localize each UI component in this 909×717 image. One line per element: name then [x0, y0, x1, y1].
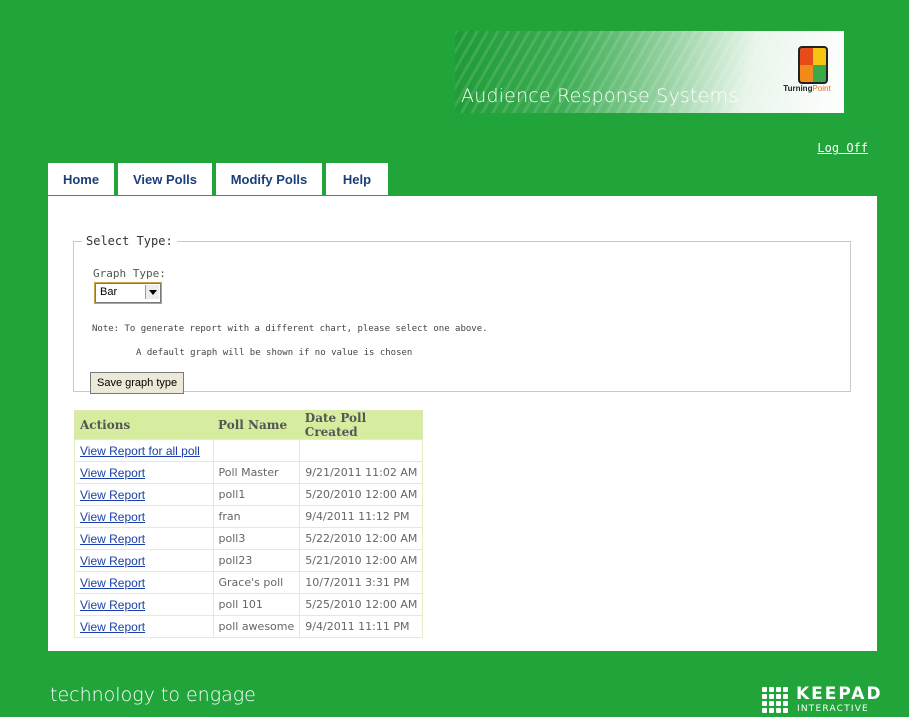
action-cell: View Report	[74, 593, 214, 616]
tab-home[interactable]: Home	[48, 163, 114, 195]
keepad-logo-sub: INTERACTIVE	[797, 704, 869, 714]
footer-tagline: technology to engage	[50, 684, 256, 706]
view-report-link[interactable]: View Report	[80, 488, 145, 502]
banner-title: Audience Response Systems	[461, 85, 739, 107]
turningpoint-logo-icon	[798, 46, 828, 84]
table-row: View Report fran 9/4/2011 11:12 PM	[74, 505, 424, 528]
poll-name-cell: poll23	[212, 549, 301, 572]
date-cell: 5/22/2010 12:00 AM	[299, 527, 424, 550]
date-cell: 9/4/2011 11:12 PM	[299, 505, 424, 528]
action-cell: View Report	[74, 505, 214, 528]
table-row: View Report for all poll	[74, 439, 424, 462]
select-type-group: Select Type: Graph Type: Bar Note: To ge…	[73, 234, 851, 394]
view-report-link[interactable]: View Report	[80, 598, 145, 612]
nav-tabs: Home View Polls Modify Polls Help	[48, 163, 392, 196]
poll-name-cell: poll3	[212, 527, 301, 550]
table-row: View Report Poll Master 9/21/2011 11:02 …	[74, 461, 424, 484]
turningpoint-logo-text: TurningPoint	[783, 84, 831, 93]
header-date-created: Date Poll Created	[299, 410, 423, 440]
date-cell	[299, 439, 424, 462]
graph-type-select[interactable]: Bar	[95, 283, 161, 303]
action-cell: View Report	[74, 615, 214, 638]
keepad-logo-word: KEEPAD	[796, 684, 883, 704]
date-cell: 5/25/2010 12:00 AM	[299, 593, 424, 616]
poll-name-cell: fran	[212, 505, 301, 528]
table-row: View Report Grace's poll 10/7/2011 3:31 …	[74, 571, 424, 594]
header-actions: Actions	[74, 410, 213, 440]
view-report-link[interactable]: View Report	[80, 532, 145, 546]
view-report-link[interactable]: View Report	[80, 554, 145, 568]
date-cell: 5/21/2010 12:00 AM	[299, 549, 424, 572]
action-cell: View Report	[74, 461, 214, 484]
dropdown-arrow-icon[interactable]	[145, 285, 159, 299]
keepad-dots-icon	[762, 687, 790, 715]
default-graph-note: A default graph will be shown if no valu…	[136, 348, 413, 358]
tab-help[interactable]: Help	[326, 163, 388, 195]
view-report-link[interactable]: View Report	[80, 466, 145, 480]
polls-table: Actions Poll Name Date Poll Created View…	[74, 410, 424, 638]
poll-name-cell: poll 101	[212, 593, 301, 616]
save-graph-type-button[interactable]: Save graph type	[90, 372, 185, 394]
graph-type-label: Graph Type:	[93, 267, 166, 280]
view-report-all-link[interactable]: View Report for all poll	[80, 444, 200, 458]
view-report-link[interactable]: View Report	[80, 510, 145, 524]
table-row: View Report poll awesome 9/4/2011 11:11 …	[74, 615, 424, 638]
action-cell: View Report	[74, 527, 214, 550]
logoff-link[interactable]: Log Off	[817, 141, 868, 155]
action-cell: View Report	[74, 571, 214, 594]
select-type-legend: Select Type:	[86, 234, 173, 248]
table-row: View Report poll23 5/21/2010 12:00 AM	[74, 549, 424, 572]
view-report-link[interactable]: View Report	[80, 620, 145, 634]
graph-type-value: Bar	[100, 286, 118, 298]
action-cell: View Report	[74, 483, 214, 506]
view-report-link[interactable]: View Report	[80, 576, 145, 590]
tab-view-polls[interactable]: View Polls	[118, 163, 212, 195]
poll-name-cell: Poll Master	[212, 461, 301, 484]
chart-note: Note: To generate report with a differen…	[92, 324, 488, 334]
table-row: View Report poll3 5/22/2010 12:00 AM	[74, 527, 424, 550]
turningpoint-logo: TurningPoint	[776, 46, 838, 102]
poll-name-cell	[212, 439, 301, 462]
date-cell: 10/7/2011 3:31 PM	[299, 571, 424, 594]
tab-modify-polls[interactable]: Modify Polls	[216, 163, 322, 195]
action-cell: View Report	[74, 549, 214, 572]
date-cell: 5/20/2010 12:00 AM	[299, 483, 424, 506]
main-panel: Select Type: Graph Type: Bar Note: To ge…	[48, 196, 877, 651]
action-cell: View Report for all poll	[74, 439, 214, 462]
table-header-row: Actions Poll Name Date Poll Created	[74, 410, 423, 440]
date-cell: 9/21/2011 11:02 AM	[299, 461, 424, 484]
poll-name-cell: poll awesome	[212, 615, 301, 638]
poll-name-cell: Grace's poll	[212, 571, 301, 594]
table-row: View Report poll 101 5/25/2010 12:00 AM	[74, 593, 424, 616]
poll-name-cell: poll1	[212, 483, 301, 506]
table-row: View Report poll1 5/20/2010 12:00 AM	[74, 483, 424, 506]
date-cell: 9/4/2011 11:11 PM	[299, 615, 424, 638]
header-poll-name: Poll Name	[213, 410, 300, 440]
